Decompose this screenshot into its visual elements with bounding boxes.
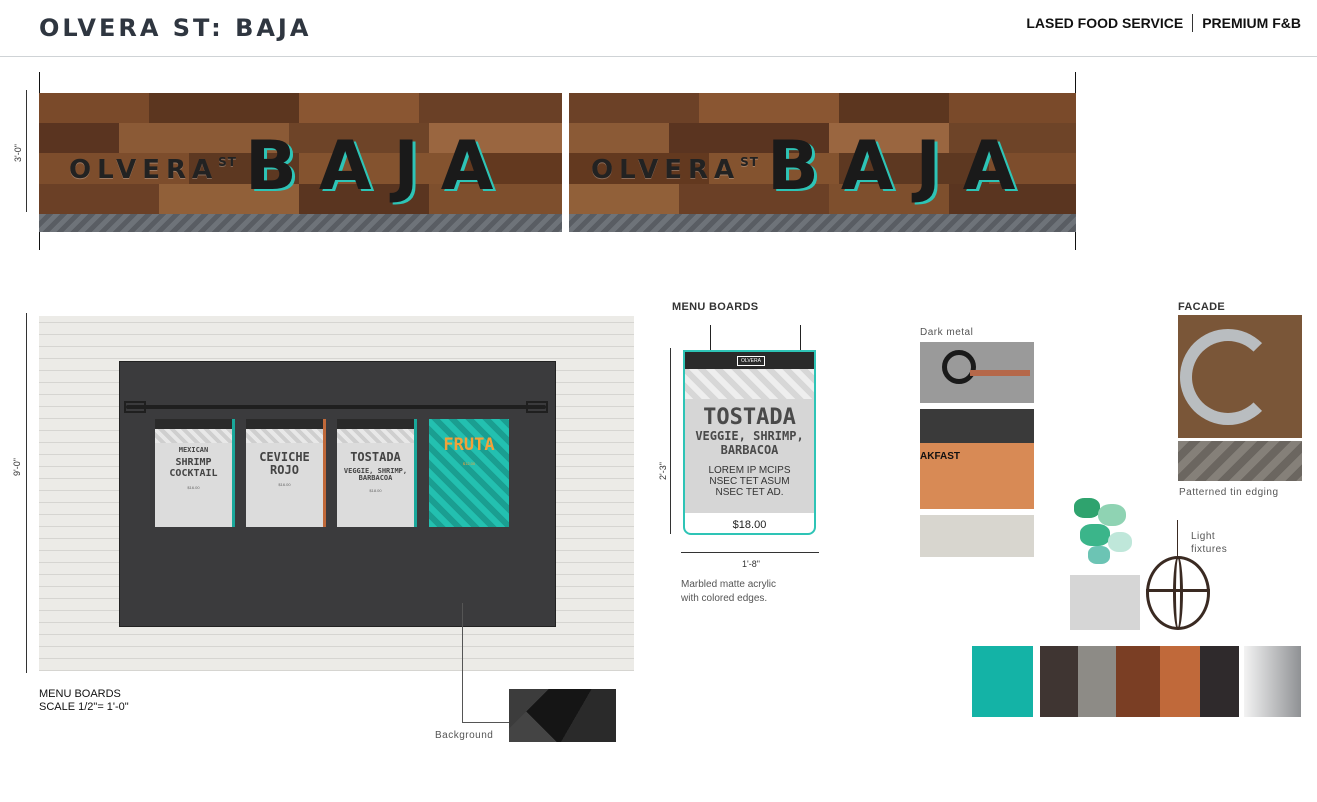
board-height-dim: 2'-3" xyxy=(657,462,668,480)
breakfast-text: AKFAST xyxy=(920,451,960,462)
palette-swatch xyxy=(1200,646,1239,717)
facade-swatch xyxy=(1178,315,1302,438)
header-divider xyxy=(0,56,1317,57)
header-right: LASED FOOD SERVICE PREMIUM F&B xyxy=(1026,14,1301,32)
board-description: LOREM IP MCIPS NSEC TET ASUM NSEC TET AD… xyxy=(708,465,791,498)
board-width-dim-line xyxy=(681,552,819,553)
menu-board-fruta: FRUTA $12.00 xyxy=(429,419,509,527)
menu-board-shrimp: MEXICAN SHRIMP COCKTAIL $16.00 xyxy=(155,419,235,527)
sign-height-dim: 3'-0" xyxy=(12,144,23,162)
light-fixture-icon xyxy=(1146,556,1210,630)
menu-board-price: $18.00 xyxy=(369,488,382,494)
light-chain xyxy=(1177,520,1178,558)
menu-board-title: FRUTA xyxy=(443,435,495,455)
palette-swatch xyxy=(972,646,1033,717)
menu-board-title: SHRIMP COCKTAIL xyxy=(169,457,218,479)
sign-height-dim-line xyxy=(26,90,27,212)
background-label: Background xyxy=(435,730,494,741)
leader-line xyxy=(462,603,463,723)
menu-board-title: TOSTADA xyxy=(350,450,401,464)
menu-board-detail: OLVERA TOSTADA VEGGIE, SHRIMP, BARBACOA … xyxy=(683,350,816,535)
board-width-dim: 1'-8" xyxy=(742,559,760,569)
tin-edging-strip xyxy=(569,214,1076,232)
board-title: TOSTADA xyxy=(703,405,796,430)
board-height-dim-line xyxy=(670,348,671,534)
wall-height-dim-line xyxy=(26,313,27,673)
dark-metal-label: Dark metal xyxy=(920,327,974,338)
sign-board-left: OLVERAST BAJA xyxy=(39,93,562,232)
patterned-tin-label: Patterned tin edging xyxy=(1179,487,1279,498)
board-hanger-right xyxy=(800,325,801,351)
dark-metal-swatch xyxy=(920,342,1034,403)
palette-swatch xyxy=(1244,646,1301,717)
sign-baja-text: BAJA xyxy=(245,127,516,206)
tin-edging-strip xyxy=(39,214,562,232)
leader-line xyxy=(462,722,509,723)
menu-rail xyxy=(126,405,546,409)
menu-board-price: $12.00 xyxy=(462,460,476,466)
elevation-caption: MENU BOARDS SCALE 1/2"= 1'-0" xyxy=(39,688,129,713)
board-logo: OLVERA xyxy=(737,356,765,366)
menu-board-ceviche: CEVICHE ROJO $16.00 xyxy=(246,419,326,527)
board-subtitle: VEGGIE, SHRIMP, xyxy=(695,429,804,443)
palette-swatch xyxy=(1116,646,1160,717)
rail-bracket-right xyxy=(526,401,548,413)
sign-board-right: OLVERAST BAJA xyxy=(569,93,1076,232)
white-stone-swatch xyxy=(1070,575,1140,630)
palette-swatch xyxy=(1040,646,1078,717)
menu-board-price: $16.00 xyxy=(187,485,200,491)
board-caption: Marbled matte acrylic with colored edges… xyxy=(681,579,777,604)
rail-bracket-left xyxy=(124,401,146,413)
color-palette xyxy=(972,646,1301,717)
sign-olvera-text: OLVERAST xyxy=(69,155,237,185)
board-hanger-left xyxy=(710,325,711,351)
background-material-swatch xyxy=(509,689,616,742)
palette-swatch xyxy=(1160,646,1200,717)
sign-olvera-text: OLVERAST xyxy=(591,155,759,185)
header-separator xyxy=(1192,14,1194,32)
menu-board-tostada: TOSTADA VEGGIE, SHRIMP, BARBACOA $18.00 xyxy=(337,419,417,527)
menu-boards-heading: MENU BOARDS xyxy=(672,301,759,313)
facade-heading: FACADE xyxy=(1178,301,1226,313)
breakfast-sign-photo: AKFAST xyxy=(920,409,1034,509)
menu-board-price: $16.00 xyxy=(278,482,291,488)
sea-glass-swatch xyxy=(1068,490,1140,570)
palette-swatch xyxy=(1078,646,1116,717)
sign-baja-text: BAJA xyxy=(767,127,1038,206)
patterned-tin-swatch xyxy=(1178,441,1302,481)
marble-swatch xyxy=(920,515,1034,557)
board-pattern xyxy=(685,369,814,399)
board-subtitle: BARBACOA xyxy=(720,443,779,457)
wall-height-dim: 9'-0" xyxy=(11,458,22,476)
light-fixtures-label: Light fixtures xyxy=(1191,531,1228,555)
board-price: $18.00 xyxy=(732,519,767,531)
menu-board-title: CEVICHE ROJO xyxy=(259,450,310,477)
company-name: LASED FOOD SERVICE xyxy=(1026,15,1184,31)
category-label: PREMIUM F&B xyxy=(1202,15,1301,31)
page-title: OLVERA ST: BAJA xyxy=(39,14,312,42)
